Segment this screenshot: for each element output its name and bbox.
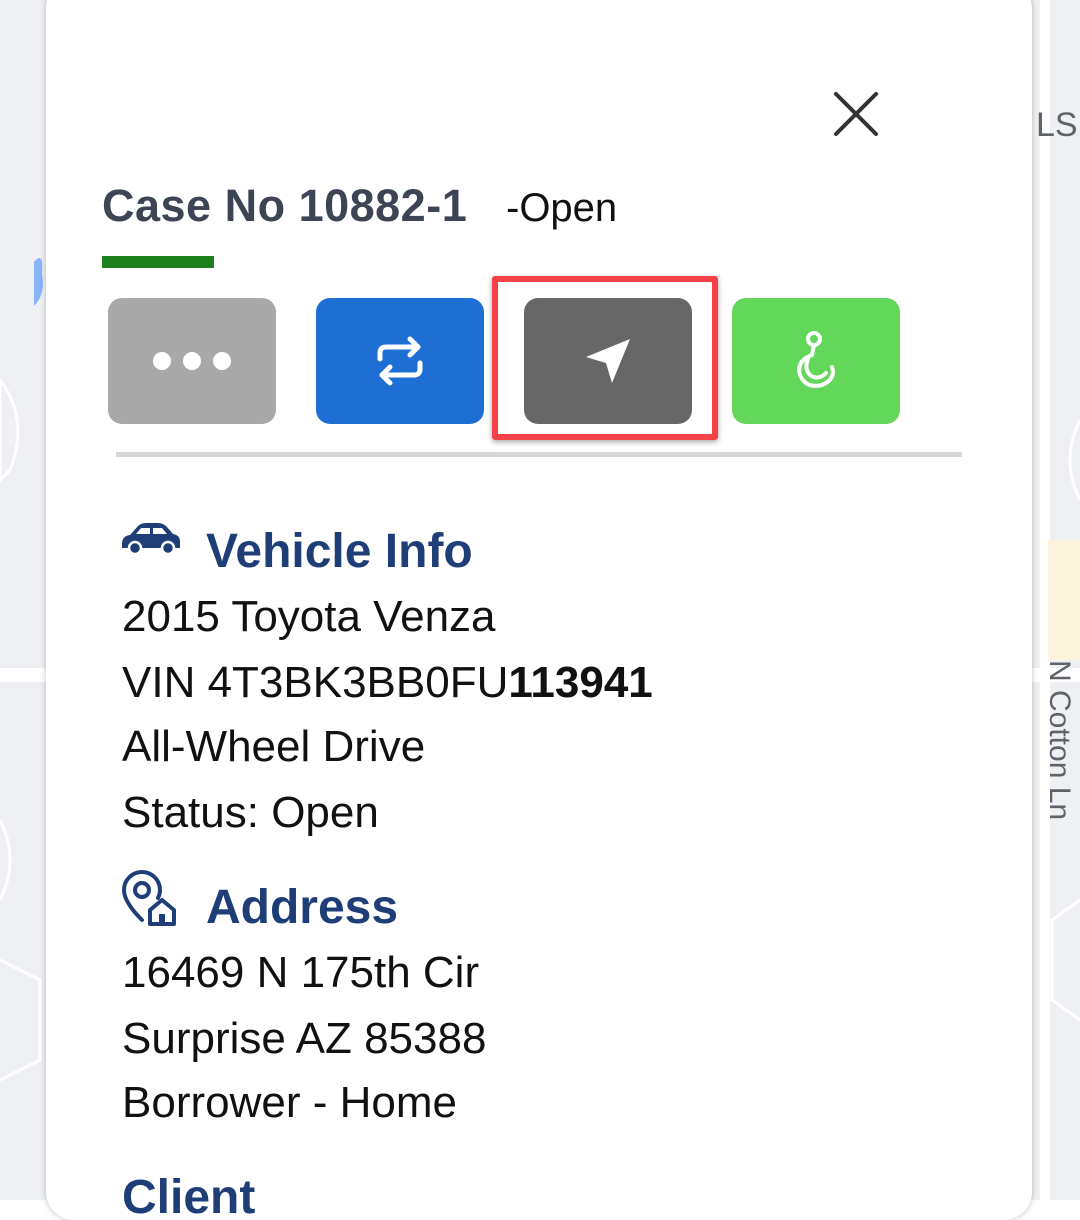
case-title: Case No 10882-1 xyxy=(102,180,468,231)
case-detail-card: Case No 10882-1 -Open Vehicle Info 2015 … xyxy=(46,0,1032,1220)
vehicle-status: Status: Open xyxy=(122,788,379,837)
vin-prefix: VIN 4T3BK3BB0FU xyxy=(122,658,509,707)
tow-button[interactable] xyxy=(732,298,900,424)
case-status: -Open xyxy=(506,186,618,230)
divider xyxy=(116,452,962,457)
address-city: Surprise AZ 85388 xyxy=(122,1014,487,1063)
vehicle-vin: VIN 4T3BK3BB0FU113941 xyxy=(122,658,653,708)
tow-hook-icon xyxy=(797,331,835,388)
more-dots-icon xyxy=(153,352,231,370)
navigate-button[interactable] xyxy=(524,298,692,424)
address-type: Borrower - Home xyxy=(122,1078,457,1127)
close-icon xyxy=(834,92,878,136)
swap-arrows-icon xyxy=(377,336,423,386)
address-heading: Address xyxy=(206,881,399,934)
navigate-arrow-icon xyxy=(586,339,630,383)
car-icon xyxy=(122,523,180,556)
vin-suffix: 113941 xyxy=(508,658,653,707)
address-street: 16469 N 175th Cir xyxy=(122,948,480,997)
more-button[interactable] xyxy=(108,298,276,424)
case-title-underline xyxy=(102,256,214,268)
vehicle-drive: All-Wheel Drive xyxy=(122,722,426,771)
swap-button[interactable] xyxy=(316,298,484,424)
map-label-ls: LS xyxy=(1036,106,1078,144)
vehicle-model: 2015 Toyota Venza xyxy=(122,592,496,641)
close-button[interactable] xyxy=(832,90,880,138)
map-label-street: N Cotton Ln xyxy=(1043,660,1076,821)
client-heading: Client xyxy=(122,1171,256,1220)
home-location-icon xyxy=(121,870,176,926)
vehicle-info-heading: Vehicle Info xyxy=(206,525,473,578)
